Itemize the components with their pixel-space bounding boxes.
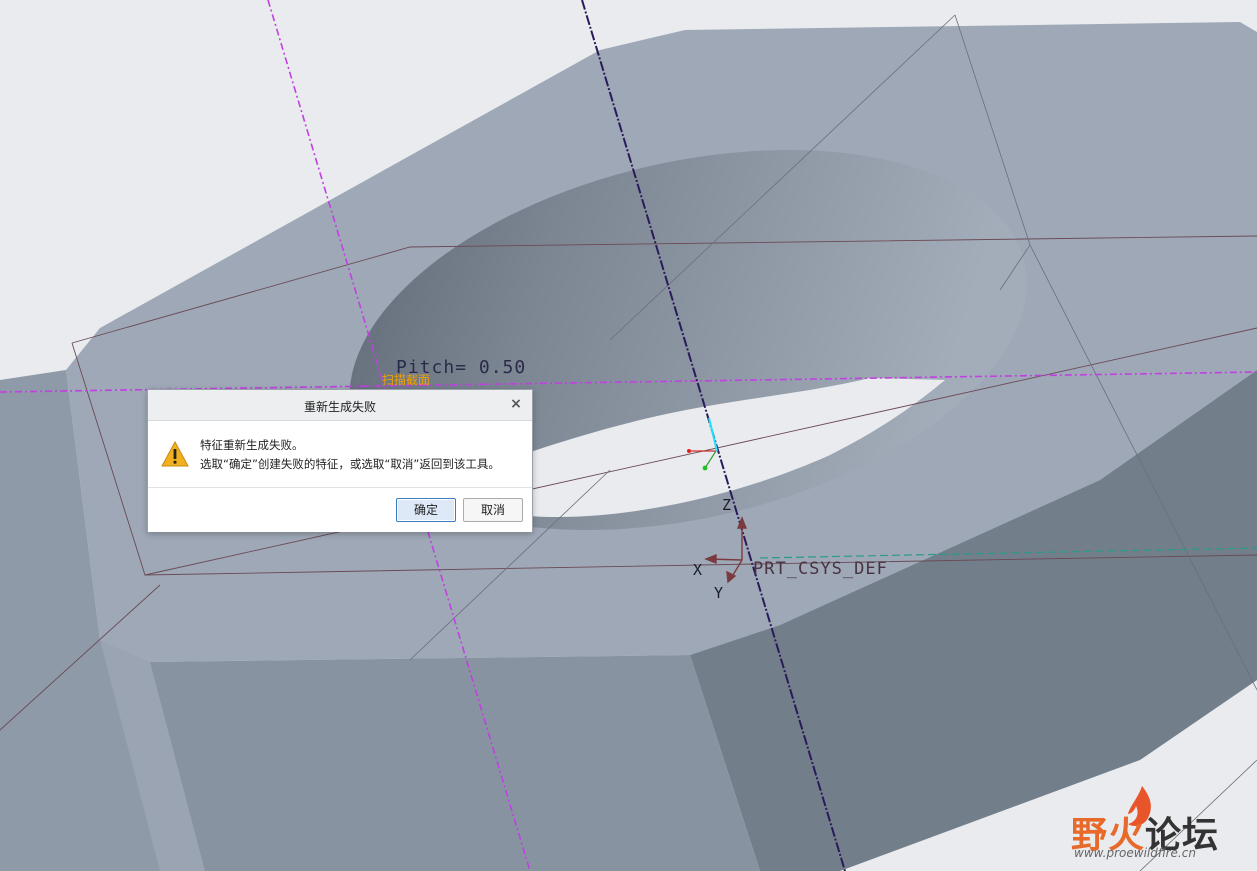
nut-front-face — [150, 655, 760, 871]
dialog-footer: 确定 取消 — [148, 487, 532, 532]
dialog-title: 重新生成失败 — [303, 400, 376, 414]
section-label: 扫描截面 — [382, 373, 431, 387]
dialog-message-line1: 特征重新生成失败。 — [200, 438, 304, 452]
forum-watermark: 野火论坛 www.proewildfire.cn — [1068, 782, 1243, 862]
axis-label-x: X — [693, 561, 703, 579]
ok-button[interactable]: 确定 — [396, 498, 456, 522]
cancel-button[interactable]: 取消 — [463, 498, 523, 522]
regeneration-failed-dialog: 重新生成失败 × 特征重新生成失败。 选取“确定”创建失败的特征，或选取“取消”… — [147, 389, 533, 532]
csys-label: PRT_CSYS_DEF — [753, 559, 888, 579]
close-icon[interactable]: × — [508, 396, 524, 412]
dialog-message-line2: 选取“确定”创建失败的特征，或选取“取消”返回到该工具。 — [200, 457, 500, 471]
axis-label-z: Z — [722, 496, 732, 514]
dialog-titlebar[interactable]: 重新生成失败 × — [148, 390, 532, 421]
dialog-body: 特征重新生成失败。 选取“确定”创建失败的特征，或选取“取消”返回到该工具。 — [148, 421, 532, 487]
watermark-url: www.proewildfire.cn — [1074, 846, 1196, 860]
axis-label-y: Y — [714, 584, 724, 602]
warning-icon — [161, 441, 189, 467]
